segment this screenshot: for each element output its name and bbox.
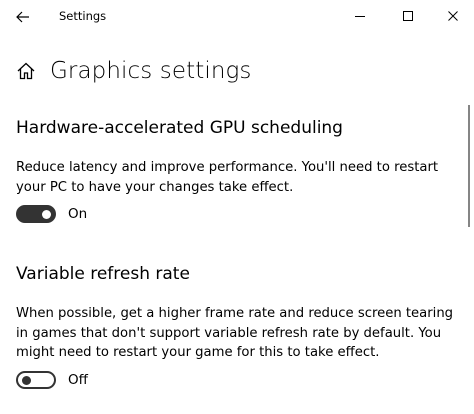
maximize-icon [403, 11, 413, 21]
description-line: your PC to have your changes take effect… [16, 179, 294, 195]
variable-refresh-rate-toggle[interactable] [16, 371, 56, 389]
description-line: might need to restart your game for this… [16, 345, 380, 360]
scrollbar[interactable] [468, 105, 470, 227]
gpu-scheduling-description: Reduce latency and improve performance. … [16, 158, 438, 197]
description-line: Reduce latency and improve performance. … [16, 160, 439, 175]
back-button[interactable] [10, 6, 36, 28]
description-line: When possible, get a higher frame rate a… [16, 306, 454, 321]
minimize-button[interactable] [345, 3, 375, 29]
back-arrow-icon [16, 11, 29, 23]
gpu-scheduling-toggle-label: On [68, 206, 88, 222]
page-title: Graphics settings [50, 58, 252, 84]
close-button[interactable] [438, 3, 468, 29]
gpu-scheduling-toggle[interactable] [16, 205, 56, 223]
section-title-gpu-scheduling: Hardware-accelerated GPU scheduling [16, 118, 343, 138]
variable-refresh-rate-description: When possible, get a higher frame rate a… [16, 304, 453, 363]
title-bar: Settings [0, 0, 474, 34]
minimize-icon [355, 16, 365, 17]
toggle-knob [42, 210, 51, 219]
maximize-button[interactable] [393, 3, 423, 29]
settings-window: Settings Graphics settings Hardware-acce… [0, 0, 474, 414]
section-title-variable-refresh-rate: Variable refresh rate [16, 264, 190, 284]
gpu-scheduling-toggle-row: On [16, 205, 87, 223]
toggle-knob [22, 376, 31, 385]
variable-refresh-rate-toggle-row: Off [16, 371, 88, 389]
variable-refresh-rate-toggle-label: Off [68, 372, 88, 388]
description-line: in games that don't support variable ref… [16, 325, 442, 341]
window-title: Settings [59, 9, 107, 23]
home-icon[interactable] [14, 59, 38, 83]
close-icon [448, 11, 458, 21]
page-header: Graphics settings [14, 54, 252, 88]
